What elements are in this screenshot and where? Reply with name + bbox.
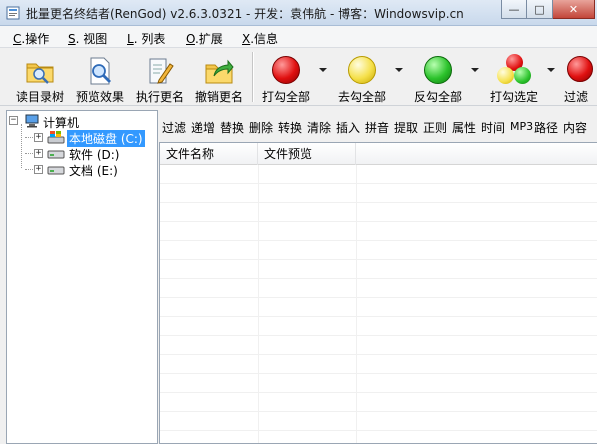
- check-selected-button[interactable]: 打勾选定: [482, 52, 546, 104]
- menu-info[interactable]: X.信息: [242, 30, 278, 47]
- app-icon: [6, 6, 20, 20]
- read-dir-label: 读目录树: [15, 90, 64, 104]
- table-row: [160, 279, 597, 298]
- table-row: [160, 317, 597, 336]
- tree-item-drive-c[interactable]: + 本地磁盘 (C:): [7, 129, 157, 147]
- file-list[interactable]: 文件名称 文件预览: [159, 142, 597, 444]
- expand-icon[interactable]: +: [34, 133, 43, 142]
- minimize-button[interactable]: —: [501, 0, 527, 19]
- invert-dropdown-icon[interactable]: [471, 68, 479, 72]
- read-dir-button[interactable]: 读目录树: [8, 52, 72, 104]
- folder-search-icon: [26, 63, 54, 84]
- table-row: [160, 374, 597, 393]
- menu-operate[interactable]: C.操作: [13, 30, 49, 47]
- func-delete[interactable]: 删除: [249, 119, 273, 136]
- window-title: 批量更名终结者(RenGod) v2.6.3.0321 - 开发：袁伟航 - 博…: [26, 7, 464, 21]
- tree-item-drive-d[interactable]: + 软件 (D:): [7, 145, 157, 162]
- undo-label: 撤销更名: [194, 90, 243, 104]
- computer-icon: [25, 114, 39, 128]
- column-file-name[interactable]: 文件名称: [160, 143, 258, 165]
- func-pinyin[interactable]: 拼音: [365, 119, 389, 136]
- func-filter[interactable]: 过滤: [162, 119, 186, 136]
- undo-button[interactable]: 撤销更名: [187, 52, 251, 104]
- tree-label-drive-e: 文档 (E:): [69, 164, 118, 178]
- table-row: [160, 431, 597, 443]
- toolbar: 读目录树 预览效果 执行更名 撤销更名 打勾全部 去勾全部 反勾全部 打勾选定 …: [0, 48, 597, 106]
- table-row: [160, 222, 597, 241]
- uncheck-all-label: 去勾全部: [337, 90, 386, 104]
- check-all-dropdown-icon[interactable]: [319, 68, 327, 72]
- menu-view[interactable]: S. 视图: [68, 30, 107, 47]
- expand-icon[interactable]: +: [34, 149, 43, 158]
- check-selected-dropdown-icon[interactable]: [547, 68, 555, 72]
- filter-label: 过滤: [564, 90, 589, 104]
- func-clear[interactable]: 清除: [307, 119, 331, 136]
- drive-icon: [47, 150, 65, 159]
- table-row: [160, 298, 597, 317]
- preview-magnifier-icon: [90, 57, 111, 85]
- edit-document-icon: [149, 58, 174, 84]
- check-all-label: 打勾全部: [261, 90, 310, 104]
- table-row: [160, 184, 597, 203]
- collapse-icon[interactable]: −: [9, 116, 18, 125]
- func-insert[interactable]: 插入: [336, 119, 360, 136]
- system-drive-icon: [47, 131, 65, 144]
- func-time[interactable]: 时间: [481, 119, 505, 136]
- table-row: [160, 336, 597, 355]
- red-ball-icon: [272, 56, 300, 84]
- preview-button[interactable]: 预览效果: [68, 52, 132, 104]
- menu-extend[interactable]: O.扩展: [186, 30, 223, 47]
- directory-tree[interactable]: − 计算机 + 本地磁盘 (C:) + 软件 (D:) + 文档 (E:): [6, 110, 158, 444]
- uncheck-all-dropdown-icon[interactable]: [395, 68, 403, 72]
- preview-label: 预览效果: [75, 90, 124, 104]
- multi-ball-icon: [497, 54, 531, 86]
- file-list-header: 文件名称 文件预览: [160, 143, 597, 165]
- yellow-ball-icon: [348, 56, 376, 84]
- folder-undo-icon: [205, 59, 234, 84]
- green-ball-icon: [424, 56, 452, 84]
- table-row: [160, 203, 597, 222]
- close-button[interactable]: ✕: [553, 0, 595, 19]
- invert-label: 反勾全部: [413, 90, 462, 104]
- execute-label: 执行更名: [135, 90, 184, 104]
- table-row: [160, 260, 597, 279]
- maximize-button[interactable]: □: [527, 0, 553, 19]
- title-bar[interactable]: 批量更名终结者(RenGod) v2.6.3.0321 - 开发：袁伟航 - 博…: [0, 0, 597, 26]
- table-row: [160, 241, 597, 260]
- func-mp3[interactable]: MP3: [510, 120, 533, 133]
- func-regex[interactable]: 正则: [423, 119, 447, 136]
- func-attribute[interactable]: 属性: [452, 119, 476, 136]
- filter-button[interactable]: 过滤: [558, 52, 597, 104]
- column-file-preview[interactable]: 文件预览: [258, 143, 356, 165]
- uncheck-all-button[interactable]: 去勾全部: [330, 52, 394, 104]
- menu-list[interactable]: L. 列表: [127, 30, 165, 47]
- drive-icon: [47, 166, 65, 175]
- table-row: [160, 165, 597, 184]
- func-extract[interactable]: 提取: [394, 119, 418, 136]
- func-convert[interactable]: 转换: [278, 119, 302, 136]
- check-selected-label: 打勾选定: [489, 90, 538, 104]
- table-row: [160, 393, 597, 412]
- function-bar: 过滤 递增 替换 删除 转换 清除 插入 拼音 提取 正则 属性 时间 MP3 …: [160, 116, 597, 138]
- invert-button[interactable]: 反勾全部: [406, 52, 470, 104]
- table-row: [160, 412, 597, 431]
- check-all-button[interactable]: 打勾全部: [254, 52, 318, 104]
- execute-button[interactable]: 执行更名: [128, 52, 192, 104]
- filter-ball-icon: [567, 56, 593, 82]
- func-path[interactable]: 路径: [534, 119, 558, 136]
- func-increment[interactable]: 递增: [191, 119, 215, 136]
- tree-item-drive-e[interactable]: + 文档 (E:): [7, 161, 157, 178]
- table-row: [160, 355, 597, 374]
- expand-icon[interactable]: +: [34, 165, 43, 174]
- menu-bar: C.操作 S. 视图 L. 列表 O.扩展 X.信息: [0, 26, 597, 48]
- func-replace[interactable]: 替换: [220, 119, 244, 136]
- func-content[interactable]: 内容: [563, 119, 587, 136]
- tree-item-computer[interactable]: − 计算机: [7, 113, 157, 130]
